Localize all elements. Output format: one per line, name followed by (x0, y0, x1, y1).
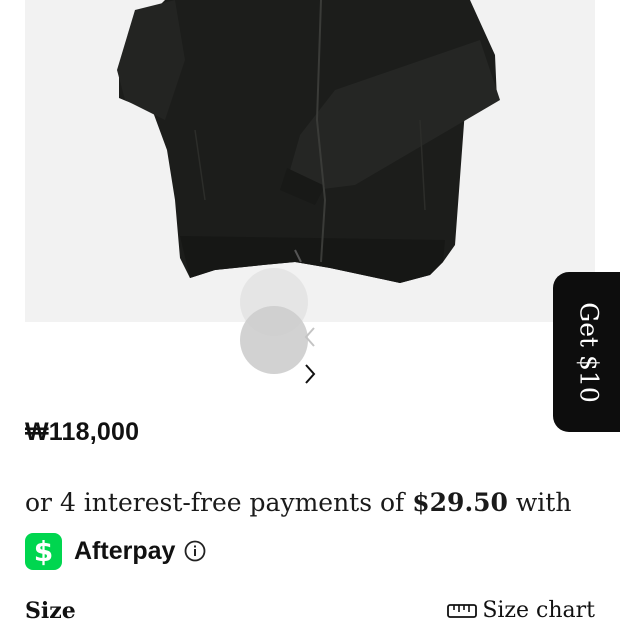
size-chart-link[interactable]: Size chart (447, 598, 595, 623)
promo-label: Get $10 (574, 301, 604, 403)
info-icon[interactable] (184, 540, 206, 562)
cash-app-logo-icon: $ (25, 532, 62, 570)
installment-text: or 4 interest-free payments of $29.50 wi… (25, 488, 571, 517)
jacket-illustration (117, 0, 500, 283)
afterpay-label: Afterpay (74, 536, 176, 565)
installment-suffix: with (515, 488, 572, 517)
size-chart-label: Size chart (482, 598, 595, 623)
promo-tab[interactable]: Get $10 (553, 272, 620, 432)
chevron-right-icon[interactable] (298, 362, 322, 386)
product-price: ₩118,000 (25, 418, 140, 446)
afterpay-row: $ Afterpay (25, 532, 206, 570)
installment-prefix: or 4 interest-free payments of (25, 488, 405, 517)
ruler-icon (447, 603, 478, 618)
product-image[interactable] (25, 0, 595, 322)
installment-amount: $29.50 (412, 488, 508, 517)
size-label: Size (25, 598, 76, 624)
chevron-left-icon[interactable] (298, 325, 322, 349)
